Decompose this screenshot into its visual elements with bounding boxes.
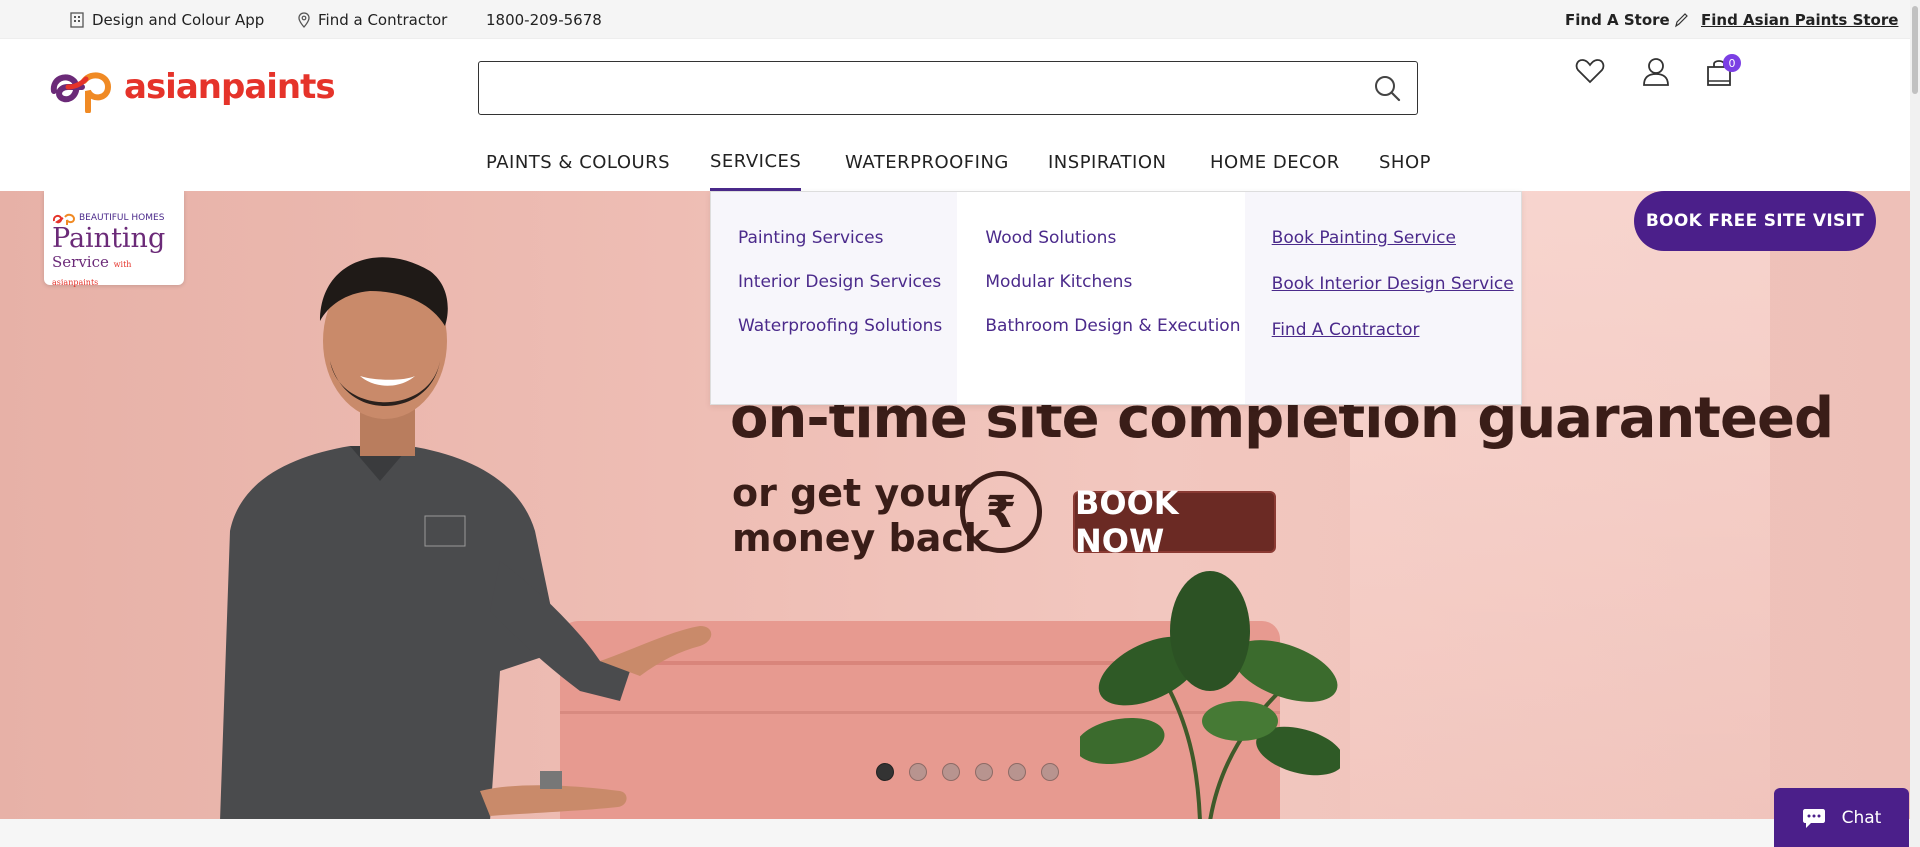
badge-top-label: BEAUTIFUL HOMES — [79, 213, 165, 223]
nav-inspiration[interactable]: INSPIRATION — [1048, 134, 1167, 191]
carousel-dot-4[interactable] — [975, 763, 993, 781]
nav-paints-colours[interactable]: PAINTS & COLOURS — [486, 134, 670, 191]
services-dropdown-menu: Painting Services Interior Design Servic… — [710, 191, 1522, 405]
find-contractor-label: Find a Contractor — [318, 10, 448, 29]
search-box[interactable] — [478, 61, 1418, 115]
find-store-link[interactable]: Find A Store — [1565, 0, 1696, 39]
menu-modular-kitchens[interactable]: Modular Kitchens — [985, 272, 1244, 292]
painting-service-badge: BEAUTIFUL HOMES Painting Service with as… — [44, 191, 184, 287]
services-column-3: Book Painting Service Book Interior Desi… — [1244, 192, 1521, 404]
search-button[interactable] — [1373, 74, 1401, 106]
menu-painting-services[interactable]: Painting Services — [738, 228, 957, 248]
menu-book-painting-service[interactable]: Book Painting Service — [1272, 228, 1521, 248]
book-now-button[interactable]: BOOK NOW — [1073, 484, 1276, 560]
pencil-icon — [1674, 12, 1688, 27]
building-icon — [70, 11, 84, 28]
search-input[interactable] — [479, 62, 1339, 112]
nav-waterproofing[interactable]: WATERPROOFING — [845, 134, 1009, 191]
asianpaints-logo[interactable]: asianpaints — [48, 61, 336, 113]
menu-interior-design-services[interactable]: Interior Design Services — [738, 272, 957, 292]
carousel-dot-2[interactable] — [909, 763, 927, 781]
hero-subline-2: money back — [732, 516, 990, 560]
nav-home-decor[interactable]: HOME DECOR — [1210, 134, 1340, 191]
heart-icon — [1575, 59, 1605, 84]
find-ap-store-label: Find Asian Paints Store — [1701, 10, 1899, 29]
carousel-dot-5[interactable] — [1008, 763, 1026, 781]
logo-wordmark: asianpaints — [124, 67, 336, 107]
chat-bubble-icon — [1802, 808, 1825, 828]
find-contractor-link[interactable]: Find a Contractor — [298, 0, 447, 39]
top-utility-bar: Design and Colour App Find a Contractor … — [0, 0, 1920, 39]
find-store-label: Find A Store — [1565, 10, 1670, 29]
design-app-label: Design and Colour App — [92, 10, 265, 29]
menu-waterproofing-solutions[interactable]: Waterproofing Solutions — [738, 316, 957, 336]
menu-book-interior-design-service[interactable]: Book Interior Design Service — [1272, 274, 1521, 294]
badge-painting-label: Painting — [52, 223, 166, 254]
rupee-refund-icon: ₹ — [960, 471, 1042, 553]
book-free-site-visit-button[interactable]: BOOK FREE SITE VISIT — [1634, 191, 1876, 251]
user-icon — [1643, 58, 1669, 86]
cart-button[interactable]: 0 — [1705, 54, 1741, 91]
services-column-1: Painting Services Interior Design Servic… — [711, 192, 958, 404]
services-column-2: Wood Solutions Modular Kitchens Bathroom… — [957, 192, 1245, 404]
search-icon — [1375, 76, 1401, 102]
plant-image — [1080, 571, 1340, 819]
nav-shop[interactable]: SHOP — [1379, 134, 1431, 191]
page-bottom-strip — [0, 819, 1920, 847]
nav-services[interactable]: SERVICES — [710, 134, 802, 191]
menu-find-a-contractor[interactable]: Find A Contractor — [1272, 320, 1521, 340]
ap-logo-icon — [50, 72, 112, 113]
carousel-dot-1[interactable] — [876, 763, 894, 781]
account-button[interactable] — [1642, 57, 1670, 91]
phone-number[interactable]: 1800-209-5678 — [486, 0, 602, 39]
find-asian-paints-store-link[interactable]: Find Asian Paints Store — [1701, 0, 1898, 39]
badge-service-line: Service with asianpaints — [52, 253, 178, 289]
scrollbar-thumb[interactable] — [1912, 6, 1918, 94]
cart-count-badge: 0 — [1723, 54, 1741, 72]
menu-wood-solutions[interactable]: Wood Solutions — [985, 228, 1244, 248]
page-scrollbar[interactable] — [1910, 0, 1920, 847]
hero-subline-1: or get your — [732, 471, 972, 515]
design-app-link[interactable]: Design and Colour App — [70, 0, 264, 39]
carousel-dot-3[interactable] — [942, 763, 960, 781]
badge-service-label: Service — [52, 253, 109, 271]
phone-label: 1800-209-5678 — [486, 10, 602, 29]
wishlist-button[interactable] — [1575, 57, 1605, 89]
carousel-dots — [876, 763, 1059, 781]
chat-label: Chat — [1841, 807, 1882, 828]
painter-person-image — [220, 257, 712, 819]
main-header: asianpaints 0 PAINTS & COLOURS SERVICES … — [0, 39, 1920, 191]
location-pin-icon — [298, 11, 310, 28]
menu-bathroom-design[interactable]: Bathroom Design & Execution — [985, 316, 1244, 336]
carousel-dot-6[interactable] — [1041, 763, 1059, 781]
chat-button[interactable]: Chat — [1774, 788, 1909, 847]
